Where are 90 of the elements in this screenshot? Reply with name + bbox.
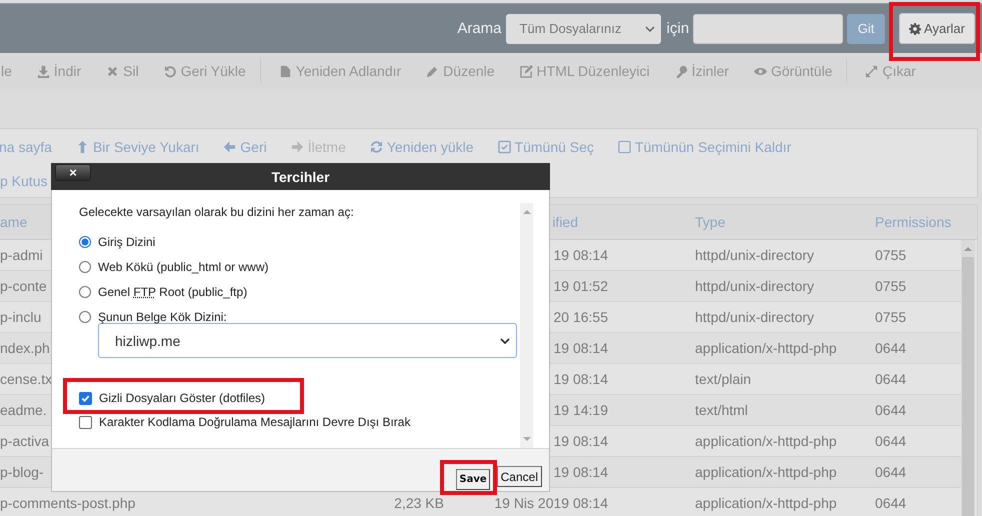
table-cell: 19 08:14 (554, 247, 608, 263)
search-label: Arama (457, 20, 502, 37)
table-cell: 19 01:52 (554, 278, 608, 294)
nav-button[interactable]: Tümünün Seçimini Kaldır (618, 139, 792, 155)
table-cell: httpd/unix-directory (695, 247, 814, 263)
table-cell: 0644 (875, 464, 906, 480)
table-cell: p-conte (0, 278, 47, 294)
table-cell: 19 08:14 (554, 433, 608, 449)
cancel-button[interactable]: Cancel (496, 466, 542, 487)
table-cell: 0755 (875, 278, 906, 294)
option-label: Genel FTP Root (public_ftp) (98, 284, 248, 298)
table-cell: text/html (695, 402, 748, 418)
radio-button[interactable] (79, 260, 91, 272)
option-label: Karakter Kodlama Doğrulama Mesajlarını Devre Dışı Bırak (99, 415, 410, 429)
table-cell: httpd/unix-directory (695, 278, 814, 294)
table-cell: 2,23 KB (394, 495, 444, 511)
settings-icon (909, 22, 922, 34)
nav-button[interactable]: Bir Seviye Yukarı (76, 139, 200, 155)
nav-button[interactable]: p Kutus (0, 173, 48, 189)
key-icon (674, 64, 688, 78)
table-cell: cense.tx (0, 371, 52, 387)
close-icon (106, 64, 120, 78)
checkbox[interactable] (79, 416, 92, 428)
option-label: Giriş Dizini (98, 234, 156, 248)
column-header[interactable]: ified (552, 214, 578, 230)
option-label: Şunun Belge Kök Dizini: (98, 310, 227, 324)
table-cell: application/x-httpd-php (695, 340, 837, 356)
close-button[interactable]: × (55, 164, 91, 181)
for-label: için (666, 20, 690, 37)
go-button[interactable]: Git (847, 14, 886, 44)
settings-button[interactable]: Ayarlar (899, 13, 975, 44)
save-button[interactable]: Save (456, 469, 490, 490)
refresh-icon (370, 140, 383, 154)
pencil-icon (426, 64, 440, 78)
table-cell: 0644 (875, 402, 906, 418)
table-cell: 0755 (875, 247, 906, 263)
radio-button[interactable] (79, 310, 91, 322)
checkbox[interactable] (79, 392, 92, 404)
search-field[interactable] (693, 14, 844, 44)
nav-button[interactable]: Yeniden yükle (370, 139, 474, 155)
table-cell: application/x-httpd-php (695, 495, 837, 511)
nav-button[interactable]: Geri (223, 139, 267, 155)
scope-dropdown[interactable]: Tüm Dosyalarınız (506, 14, 661, 44)
table-cell: p-blog- (0, 464, 44, 480)
table-cell: 0644 (875, 495, 906, 511)
option-label: Gizli Dosyaları Göster (dotfiles) (99, 391, 266, 405)
column-header[interactable]: ame (0, 214, 28, 230)
nav-button[interactable]: na sayfa (0, 139, 52, 155)
option-label: Web Kökü (public_html or www) (98, 260, 269, 274)
expand-icon (865, 64, 878, 78)
column-header[interactable]: Type (695, 214, 726, 230)
table-cell: p-inclu (0, 309, 42, 325)
dialog-title: Tercihler (271, 168, 330, 184)
table-cell: text/plain (695, 371, 752, 387)
edit-icon (520, 64, 533, 78)
scrollbar[interactable] (961, 240, 975, 516)
square-icon (618, 140, 631, 154)
table-cell: 19 08:14 (554, 371, 608, 387)
download-icon (36, 64, 50, 78)
table-cell: 0644 (875, 371, 906, 387)
arrow-up-icon (76, 140, 89, 154)
undo-icon (164, 64, 177, 78)
directory-dropdown[interactable]: hizliwp.me (98, 323, 517, 358)
nav-button[interactable]: Tümünü Seç (498, 139, 594, 155)
table-cell: eadme. (0, 402, 47, 418)
radio-button[interactable] (79, 286, 91, 298)
table-cell: 20 16:55 (554, 309, 608, 325)
table-cell: application/x-httpd-php (695, 464, 837, 480)
intro-text: Gelecekte varsayılan olarak bu dizini her zaman aç: (79, 205, 355, 219)
table-cell: 0644 (875, 340, 906, 356)
chevron-down-icon (644, 26, 655, 32)
table-cell: 19 08:14 (554, 340, 608, 356)
table-cell: p-activa (0, 433, 50, 449)
table-cell: 19 14:19 (554, 402, 608, 418)
table-cell: 19 08:14 (554, 464, 608, 480)
arrow-left-icon (223, 140, 236, 154)
column-header[interactable]: Permissions (875, 214, 952, 230)
file-icon (278, 64, 292, 78)
table-cell: ndex.ph (0, 340, 50, 356)
table-cell: 19 Nis 2019 08:14 (494, 495, 608, 511)
checkbox-icon (498, 140, 511, 154)
table-cell: p-comments-post.php (0, 495, 136, 511)
table-cell: httpd/unix-directory (695, 309, 814, 325)
table-cell: p-admi (0, 247, 43, 263)
radio-button[interactable] (79, 236, 91, 248)
table-cell: 0644 (875, 433, 906, 449)
table-cell: 0755 (875, 309, 906, 325)
arrow-right-icon (290, 140, 304, 154)
table-cell: application/x-httpd-php (695, 433, 837, 449)
chevron-down-icon (500, 338, 510, 344)
